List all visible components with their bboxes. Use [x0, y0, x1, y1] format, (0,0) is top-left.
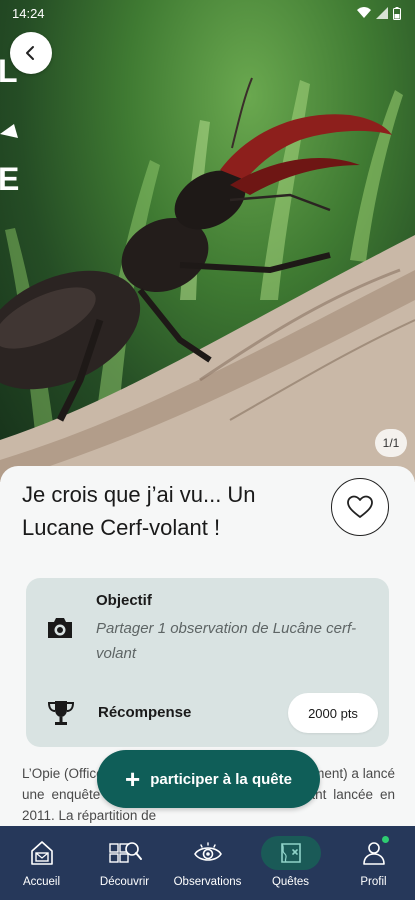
- back-button[interactable]: [10, 32, 52, 74]
- plus-icon: +: [125, 764, 141, 794]
- camera-icon: [48, 618, 72, 638]
- trophy-icon: [47, 701, 75, 725]
- nav-label: Quêtes: [271, 876, 310, 888]
- battery-icon: [393, 6, 401, 20]
- discover-icon: [108, 842, 142, 863]
- favorite-button[interactable]: [331, 478, 389, 536]
- status-icons: [357, 6, 401, 20]
- reward-label: Récompense: [98, 704, 192, 721]
- nav-item-quetes[interactable]: Quêtes: [249, 826, 332, 900]
- quest-title: Je crois que j’ai vu... Un Lucane Cerf-v…: [22, 482, 256, 540]
- quest-details-card: Objectif Partager 1 observation de Lucân…: [26, 578, 389, 747]
- objective-text: Partager 1 observation de Lucâne cerf-vo…: [96, 620, 357, 662]
- signal-icon: [376, 7, 388, 19]
- home-icon: [30, 841, 53, 865]
- status-time: 14:24: [12, 5, 45, 21]
- map-icon: [280, 843, 301, 863]
- chevron-left-icon: [26, 46, 34, 60]
- image-counter: 1/1: [375, 429, 407, 457]
- nav-item-decouvrir[interactable]: Découvrir: [83, 826, 166, 900]
- heart-icon: [347, 495, 373, 518]
- eye-icon: [193, 842, 222, 861]
- nav-item-profil[interactable]: Profil: [332, 826, 415, 900]
- nav-label: Profil: [360, 876, 387, 888]
- join-quest-button[interactable]: + participer à la quête: [97, 750, 320, 808]
- nav-label: Découvrir: [99, 876, 150, 888]
- hero-image: 14:24 L E 1/1: [0, 0, 415, 482]
- wifi-icon: [357, 7, 371, 18]
- nav-label: Observations: [173, 876, 242, 888]
- nav-item-accueil[interactable]: Accueil: [0, 826, 83, 900]
- join-quest-label: participer à la quête: [150, 770, 292, 788]
- logo-fragment: L E: [0, 53, 19, 197]
- nav-label: Accueil: [22, 876, 61, 888]
- bottom-navigation: Accueil Découvrir Observations Quêtes Pr…: [0, 826, 415, 900]
- nav-item-observations[interactable]: Observations: [166, 826, 249, 900]
- stag-beetle-photo: [0, 77, 415, 482]
- svg-text:E: E: [0, 161, 19, 197]
- objective-label: Objectif: [96, 592, 152, 609]
- user-icon: [362, 842, 385, 865]
- status-bar: 14:24: [0, 0, 415, 26]
- notification-dot: [382, 836, 389, 843]
- reward-points-badge: 2000 pts: [288, 693, 378, 733]
